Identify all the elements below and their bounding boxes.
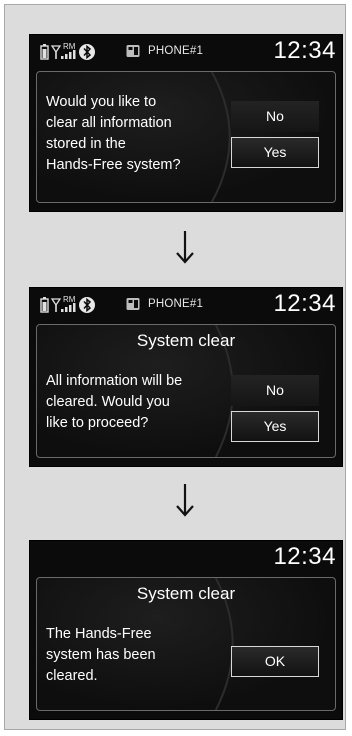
- dialog-title: System clear: [136, 331, 236, 350]
- clock: 12:34: [273, 37, 336, 64]
- screen-system-cleared: 12:34 System clear The Hands-Free system…: [29, 540, 343, 720]
- battery-icon: [40, 44, 49, 60]
- bluetooth-icon: [79, 44, 95, 60]
- confirm-dialog: Would you like to clear all information …: [36, 71, 336, 203]
- battery-icon: [40, 297, 49, 313]
- dialog-title: System clear: [136, 584, 236, 603]
- cleared-dialog: System clear The Hands-Free system has b…: [36, 577, 336, 711]
- down-arrow-icon: [176, 484, 194, 517]
- screen-confirm-clear: RM PHONE#1 12:34 Would you like to clear…: [29, 34, 343, 212]
- ok-button[interactable]: OK: [231, 646, 319, 677]
- status-bar: RM PHONE#1 12:34: [30, 288, 342, 324]
- dialog-message: All information will be cleared. Would y…: [46, 373, 183, 431]
- status-icons: RM: [40, 42, 95, 60]
- svg-text:RM: RM: [63, 295, 76, 304]
- phone-icon: [126, 45, 140, 57]
- status-bar: RM PHONE#1 12:34: [30, 35, 342, 71]
- yes-button[interactable]: Yes: [231, 411, 319, 442]
- clock: 12:34: [273, 290, 336, 317]
- no-button[interactable]: No: [231, 375, 319, 406]
- status-bar: 12:34: [30, 541, 342, 577]
- yes-button[interactable]: Yes: [231, 137, 319, 168]
- dialog-message: Would you like to clear all information …: [46, 94, 181, 173]
- down-arrow-icon: [176, 231, 194, 264]
- dialog-message: The Hands-Free system has been cleared.: [46, 626, 156, 684]
- bluetooth-icon: [79, 297, 95, 313]
- screen-system-clear-confirm: RM PHONE#1 12:34 System clear All inform…: [29, 287, 343, 467]
- clock: 12:34: [273, 543, 336, 570]
- phone-name: PHONE#1: [148, 45, 204, 57]
- phone-name: PHONE#1: [148, 298, 204, 310]
- phone-icon: [126, 298, 140, 310]
- procedure-figure: RM PHONE#1 12:34 Would you like to clear…: [4, 4, 346, 730]
- svg-text:RM: RM: [63, 42, 76, 51]
- status-icons: RM: [40, 295, 95, 313]
- no-button[interactable]: No: [231, 101, 319, 132]
- system-clear-dialog: System clear All information will be cle…: [36, 324, 336, 458]
